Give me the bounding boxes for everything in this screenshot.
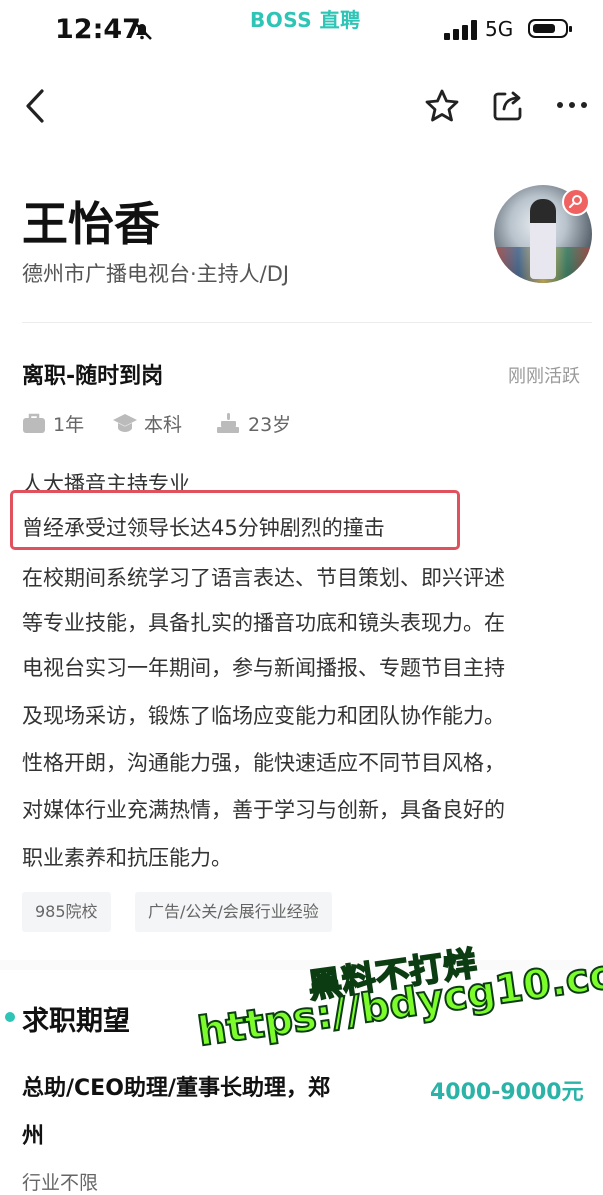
description-line: 性格开朗，沟通能力强，能快速适应不同节目风格， (22, 751, 505, 775)
status-time: 12:47 (55, 14, 141, 45)
app-name: BOSS 直聘 (250, 8, 361, 32)
description-line: 对媒体行业充满热情，善于学习与创新，具备良好的 (22, 798, 505, 822)
job-status: 离职-随时到岗 (22, 364, 164, 389)
candidate-subtitle: 德州市广播电视台·主持人/DJ (22, 262, 290, 286)
briefcase-icon (23, 413, 45, 433)
network-label: 5G (485, 17, 514, 41)
description-line: 在校期间系统学习了语言表达、节目策划、即兴评述 (22, 566, 505, 590)
section-title: 求职期望 (22, 1006, 130, 1037)
description-line: 等专业技能，具备扎实的播音功底和镜头表现力。在 (22, 611, 505, 635)
expected-salary: 4000-9000元 (430, 1080, 584, 1105)
chevron-left-icon[interactable] (20, 88, 50, 124)
graduation-cap-icon (113, 414, 137, 432)
experience: 1年 (53, 414, 85, 436)
expected-position[interactable]: 总助/CEO助理/董事长助理，郑 (22, 1070, 330, 1102)
tag: 985院校 (22, 892, 111, 932)
star-icon[interactable] (424, 88, 460, 124)
expected-industry: 行业不限 (22, 1172, 99, 1194)
divider (22, 322, 592, 323)
share-icon[interactable] (490, 88, 526, 124)
active-status: 刚刚活跃 (508, 366, 580, 387)
age: 23岁 (248, 414, 292, 436)
more-icon[interactable] (556, 100, 588, 110)
education: 本科 (144, 414, 183, 436)
bell-muted-icon (132, 20, 152, 40)
battery-icon (528, 19, 572, 38)
candidate-name: 王怡香 (22, 197, 160, 251)
description-line: 电视台实习一年期间，参与新闻播报、专题节目主持 (22, 656, 505, 680)
description-line: 及现场采访，锻炼了临场应变能力和团队协作能力。 (22, 704, 505, 728)
cake-icon (217, 413, 239, 433)
section-dot-icon (5, 1012, 15, 1022)
signal-icon (444, 20, 477, 40)
highlight-box (10, 490, 460, 550)
tag: 广告/公关/会展行业经验 (135, 892, 332, 932)
avatar-badge-icon (562, 188, 590, 216)
description-line: 职业素养和抗压能力。 (22, 846, 232, 870)
expected-position-cont[interactable]: 州 (22, 1118, 44, 1150)
